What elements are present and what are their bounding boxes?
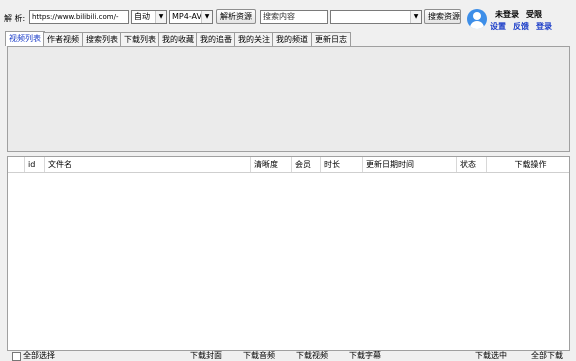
download-cover-button[interactable]: 下载封面	[190, 350, 222, 360]
header-duration[interactable]: 时长	[320, 157, 362, 172]
tab-my-channels[interactable]: 我的频道	[272, 32, 312, 46]
file-table[interactable]: id 文件名 清晰度 会员 时长 更新日期时间 状态 下载操作	[7, 156, 570, 351]
avatar-icon[interactable]	[467, 9, 487, 29]
header-checkbox-column	[8, 157, 24, 172]
quality-select[interactable]: 自动 ▼	[131, 10, 167, 24]
download-audio-button[interactable]: 下载音频	[243, 350, 275, 360]
video-info-panel	[7, 46, 570, 152]
quality-select-value: 自动	[134, 12, 150, 21]
select-all-label[interactable]: 全部选择	[23, 350, 55, 360]
search-type-select[interactable]: ▼	[330, 10, 422, 24]
login-status: 未登录	[495, 10, 519, 19]
search-button[interactable]: 搜索资源	[424, 9, 461, 24]
tab-my-favorites[interactable]: 我的收藏	[158, 32, 198, 46]
login-link[interactable]: 登录	[536, 21, 552, 32]
feedback-link[interactable]: 反馈	[513, 21, 529, 32]
header-status[interactable]: 状态	[456, 157, 486, 172]
tab-my-bangumi[interactable]: 我的追番	[196, 32, 236, 46]
chevron-down-icon: ▼	[201, 11, 212, 23]
parse-label: 解 析:	[4, 14, 26, 23]
download-video-button[interactable]: 下载视频	[296, 350, 328, 360]
header-updated[interactable]: 更新日期时间	[362, 157, 456, 172]
table-header: id 文件名 清晰度 会员 时长 更新日期时间 状态 下载操作	[8, 157, 569, 173]
download-subtitle-button[interactable]: 下载字幕	[349, 350, 381, 360]
header-id[interactable]: id	[24, 157, 44, 172]
header-download-action[interactable]: 下载操作	[486, 157, 569, 172]
codec-select[interactable]: MP4-AVC ▼	[169, 10, 213, 24]
tab-download-list[interactable]: 下载列表	[120, 32, 160, 46]
url-input[interactable]: https://www.bilibili.com/-	[29, 10, 129, 24]
tab-changelog[interactable]: 更新日志	[311, 32, 351, 46]
parse-button[interactable]: 解析资源	[216, 9, 256, 24]
search-input-text: 搜索内容	[263, 12, 295, 21]
tab-my-following[interactable]: 我的关注	[234, 32, 274, 46]
download-selected-button[interactable]: 下载选中	[475, 350, 507, 360]
chevron-down-icon: ▼	[155, 11, 166, 23]
select-all-checkbox[interactable]	[12, 352, 21, 361]
chevron-down-icon: ▼	[410, 11, 421, 23]
download-all-button[interactable]: 全部下载	[531, 350, 563, 360]
tab-video-list[interactable]: 视频列表	[5, 31, 45, 46]
header-member[interactable]: 会员	[291, 157, 320, 172]
search-input[interactable]: 搜索内容	[260, 10, 328, 24]
header-filename[interactable]: 文件名	[44, 157, 250, 172]
header-quality[interactable]: 清晰度	[250, 157, 291, 172]
url-input-value: https://www.bilibili.com/-	[32, 13, 119, 21]
tab-search-list[interactable]: 搜索列表	[82, 32, 122, 46]
permission-status: 受限	[526, 10, 542, 19]
tab-author-videos[interactable]: 作者视频	[43, 32, 83, 46]
settings-link[interactable]: 设置	[490, 21, 506, 32]
